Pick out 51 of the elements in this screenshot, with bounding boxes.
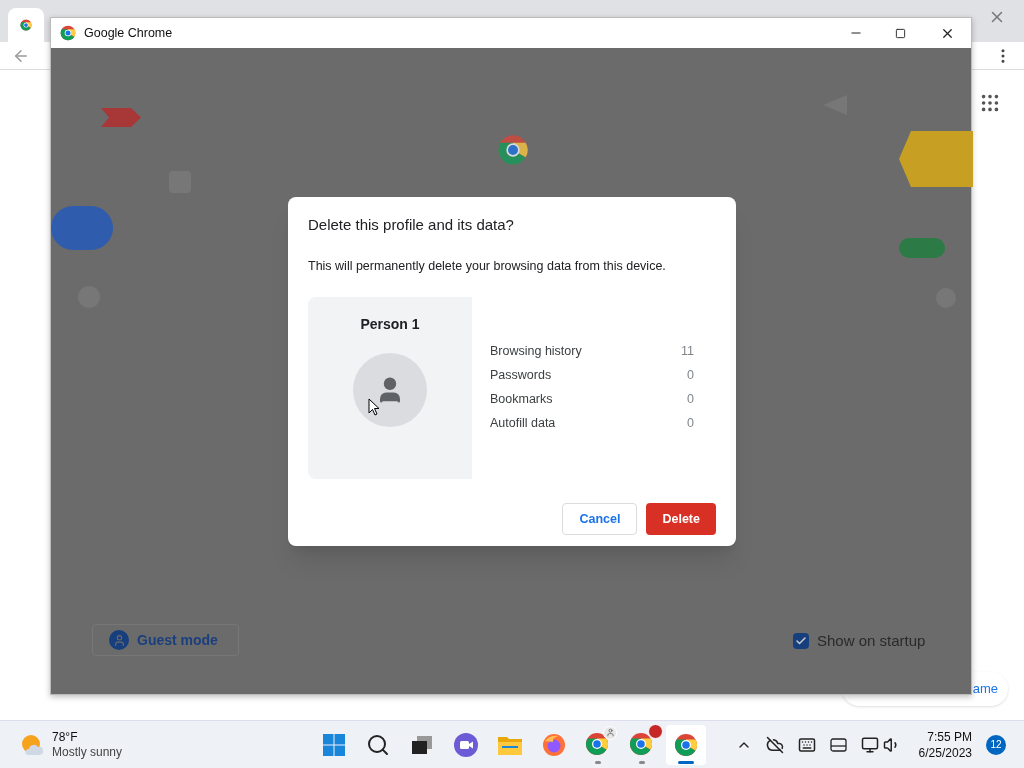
data-count: 0 (687, 414, 694, 432)
chrome-logo-icon (629, 731, 653, 756)
tablet-icon[interactable] (829, 737, 847, 752)
account-icon (109, 630, 129, 650)
data-label: Browsing history (490, 342, 582, 360)
data-label: Autofill data (490, 414, 556, 432)
data-label: Passwords (490, 366, 552, 384)
data-count: 0 (687, 366, 694, 384)
search-icon (366, 732, 390, 757)
chrome-logo-icon (60, 25, 76, 41)
data-label: Bookmarks (490, 390, 553, 408)
dialog-title: Delete this profile and its data? (308, 215, 515, 235)
task-view-icon (411, 734, 433, 755)
person-badge-icon (603, 725, 617, 740)
data-count: 0 (687, 390, 694, 408)
sun-cloud-icon (20, 732, 44, 757)
running-indicator (639, 760, 645, 764)
chrome-logo-icon (585, 731, 609, 756)
weather-temperature: 78°F (52, 729, 79, 745)
alert-badge-icon (648, 723, 663, 739)
notification-badge[interactable]: 12 (986, 734, 1006, 755)
running-indicator (678, 760, 694, 764)
chrome-logo-icon (20, 17, 32, 33)
startup-checkbox[interactable] (793, 633, 809, 650)
profile-name: Person 1 (360, 315, 420, 335)
windows-logo-icon (322, 732, 346, 757)
dialog-message: This will permanently delete your browsing data from this device. (308, 257, 667, 275)
data-count: 11 (681, 342, 694, 360)
chrome-logo-icon (674, 732, 698, 757)
chat-camera-icon (453, 731, 479, 758)
customize-link[interactable]: ame (972, 679, 998, 699)
chrome-logo-icon (497, 134, 529, 166)
delete-button[interactable]: Delete (646, 503, 716, 536)
cloud-off-icon[interactable] (765, 735, 784, 754)
firefox-icon (542, 732, 566, 757)
maximize-icon[interactable] (895, 27, 906, 39)
mouse-pointer-icon (368, 398, 380, 416)
keyboard-icon[interactable] (797, 735, 816, 754)
window-title: Google Chrome (84, 24, 173, 42)
cancel-button[interactable]: Cancel (562, 503, 638, 536)
weather-condition: Mostly sunny (52, 744, 123, 760)
network-icon[interactable] (860, 735, 879, 754)
checkbox-label: Show on startup (817, 631, 926, 651)
browser-tab[interactable] (8, 8, 44, 42)
circles-shape (51, 206, 113, 250)
apps-grid-icon[interactable] (979, 92, 1001, 114)
clock-date[interactable]: 6/25/2023 (918, 744, 972, 761)
running-indicator (595, 760, 601, 764)
pill-shape (899, 238, 945, 258)
clock-time[interactable]: 7:55 PM (927, 728, 972, 745)
chevron-shape (101, 108, 141, 127)
